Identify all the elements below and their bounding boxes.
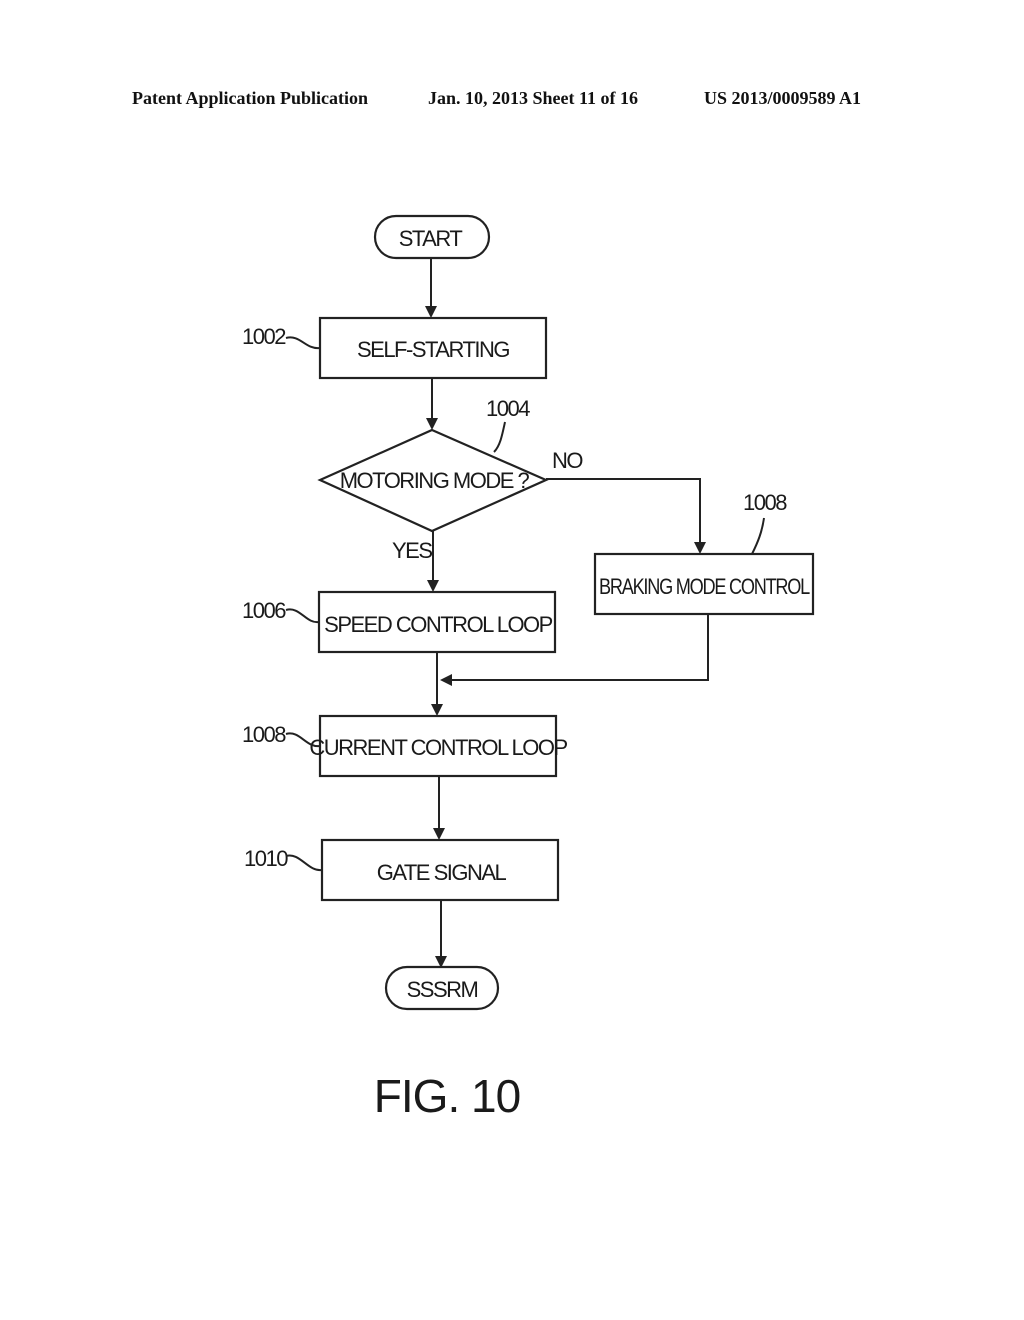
arrowhead: [431, 704, 443, 716]
step-current-control-loop: CURRENT CONTROL LOOP 1008: [242, 714, 569, 778]
arrowhead: [427, 580, 439, 592]
end-terminal: SSSRM: [384, 965, 500, 1011]
speed-loop-label: SPEED CONTROL LOOP: [324, 612, 553, 637]
gate-signal-label: GATE SIGNAL: [377, 860, 507, 885]
step-speed-control-loop: SPEED CONTROL LOOP 1006: [242, 590, 557, 654]
ref-1008-current: 1008: [242, 722, 286, 747]
step-gate-signal: GATE SIGNAL 1010: [244, 838, 560, 902]
no-label: NO: [552, 448, 583, 473]
step-braking-mode-control: BRAKING MODE CONTROL 1008: [593, 490, 815, 616]
leader-line-1008-braking: [751, 517, 765, 555]
start-label: START: [399, 226, 463, 251]
end-label: SSSRM: [407, 977, 478, 1002]
current-loop-label: CURRENT CONTROL LOOP: [309, 735, 567, 760]
ref-1006: 1006: [242, 598, 286, 623]
arrowhead: [426, 418, 438, 430]
leader-line-1010: [285, 854, 323, 872]
braking-mode-label: BRAKING MODE CONTROL: [599, 574, 810, 599]
leader-line-1002: [285, 336, 321, 350]
ref-1004: 1004: [486, 396, 530, 421]
flowchart: START SELF-STARTING 1002 MOTORING MODE ?…: [242, 214, 815, 1122]
connector-no-to-braking: [546, 478, 701, 548]
start-terminal: START: [373, 214, 491, 260]
leader-line-1004: [493, 421, 506, 453]
ref-1010: 1010: [244, 846, 288, 871]
arrowhead: [433, 828, 445, 840]
arrowhead: [694, 542, 706, 554]
step-self-starting: SELF-STARTING 1002: [242, 316, 548, 380]
ref-1002: 1002: [242, 324, 286, 349]
self-starting-label: SELF-STARTING: [357, 337, 509, 362]
leader-line-1006: [285, 608, 320, 624]
figure-label: FIG. 10: [374, 1070, 520, 1122]
decision-label: MOTORING MODE ?: [340, 468, 530, 493]
yes-label: YES: [392, 538, 432, 563]
arrowhead: [425, 306, 437, 318]
ref-1008-braking: 1008: [743, 490, 787, 515]
arrowhead: [440, 674, 452, 686]
